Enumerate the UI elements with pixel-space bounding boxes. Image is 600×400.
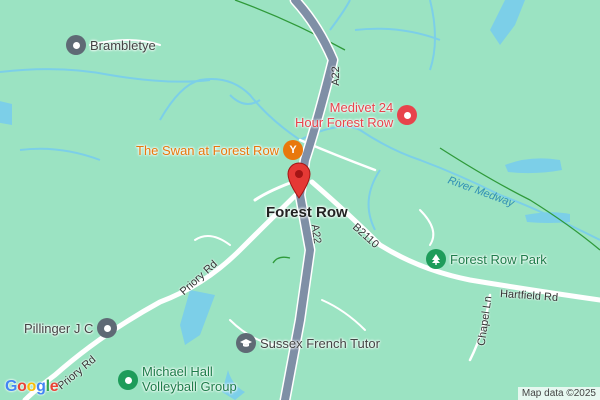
poi-forest-row-park[interactable]: Forest Row Park [426, 249, 547, 269]
logo-letter: o [17, 378, 27, 395]
poi-sussex-french-tutor[interactable]: Sussex French Tutor [236, 333, 380, 353]
pin-red-icon [397, 105, 418, 125]
poi-label: Sussex French Tutor [260, 335, 380, 351]
logo-letter: G [5, 378, 18, 395]
poi-michael-hall[interactable]: Michael Hall Volleyball Group [118, 364, 237, 394]
mortarboard-icon [236, 333, 256, 353]
poi-the-swan[interactable]: The Swan at Forest Row Y [136, 140, 304, 160]
pond-west [0, 101, 12, 125]
map-canvas[interactable]: Brambletye Medivet 24 Hour Forest Row Th… [0, 0, 600, 400]
pin-gray-icon [66, 35, 86, 55]
poi-pillinger[interactable]: Pillinger J C [24, 318, 118, 338]
pond-southwest [180, 290, 215, 345]
poi-label: Forest Row Park [450, 251, 547, 267]
town-label: Forest Row [266, 204, 348, 221]
poi-label: Medivet 24 Hour Forest Row [295, 100, 394, 130]
tree-icon [426, 249, 446, 269]
poi-label: Michael Hall Volleyball Group [142, 364, 237, 394]
logo-letter: g [36, 378, 46, 395]
road-label-a22-south: A22 [308, 223, 324, 245]
lake-east [505, 158, 562, 174]
poi-medivet[interactable]: Medivet 24 Hour Forest Row [295, 100, 418, 130]
poi-brambletye[interactable]: Brambletye [66, 35, 156, 55]
map-attribution[interactable]: Map data ©2025 [517, 387, 600, 400]
poi-label: The Swan at Forest Row [136, 142, 280, 158]
poi-label: Brambletye [90, 37, 156, 53]
logo-letter: e [49, 378, 59, 395]
lake-northeast [490, 0, 525, 45]
cocktail-icon: Y [283, 140, 304, 160]
logo-letter: o [26, 378, 37, 395]
pin-gray-icon [97, 318, 118, 338]
pin-green-icon [118, 370, 138, 390]
poi-label: Pillinger J C [24, 320, 94, 336]
location-pin-icon[interactable] [286, 161, 312, 199]
road-label-a22-north: A22 [329, 66, 342, 86]
google-logo[interactable]: Google [5, 378, 59, 396]
